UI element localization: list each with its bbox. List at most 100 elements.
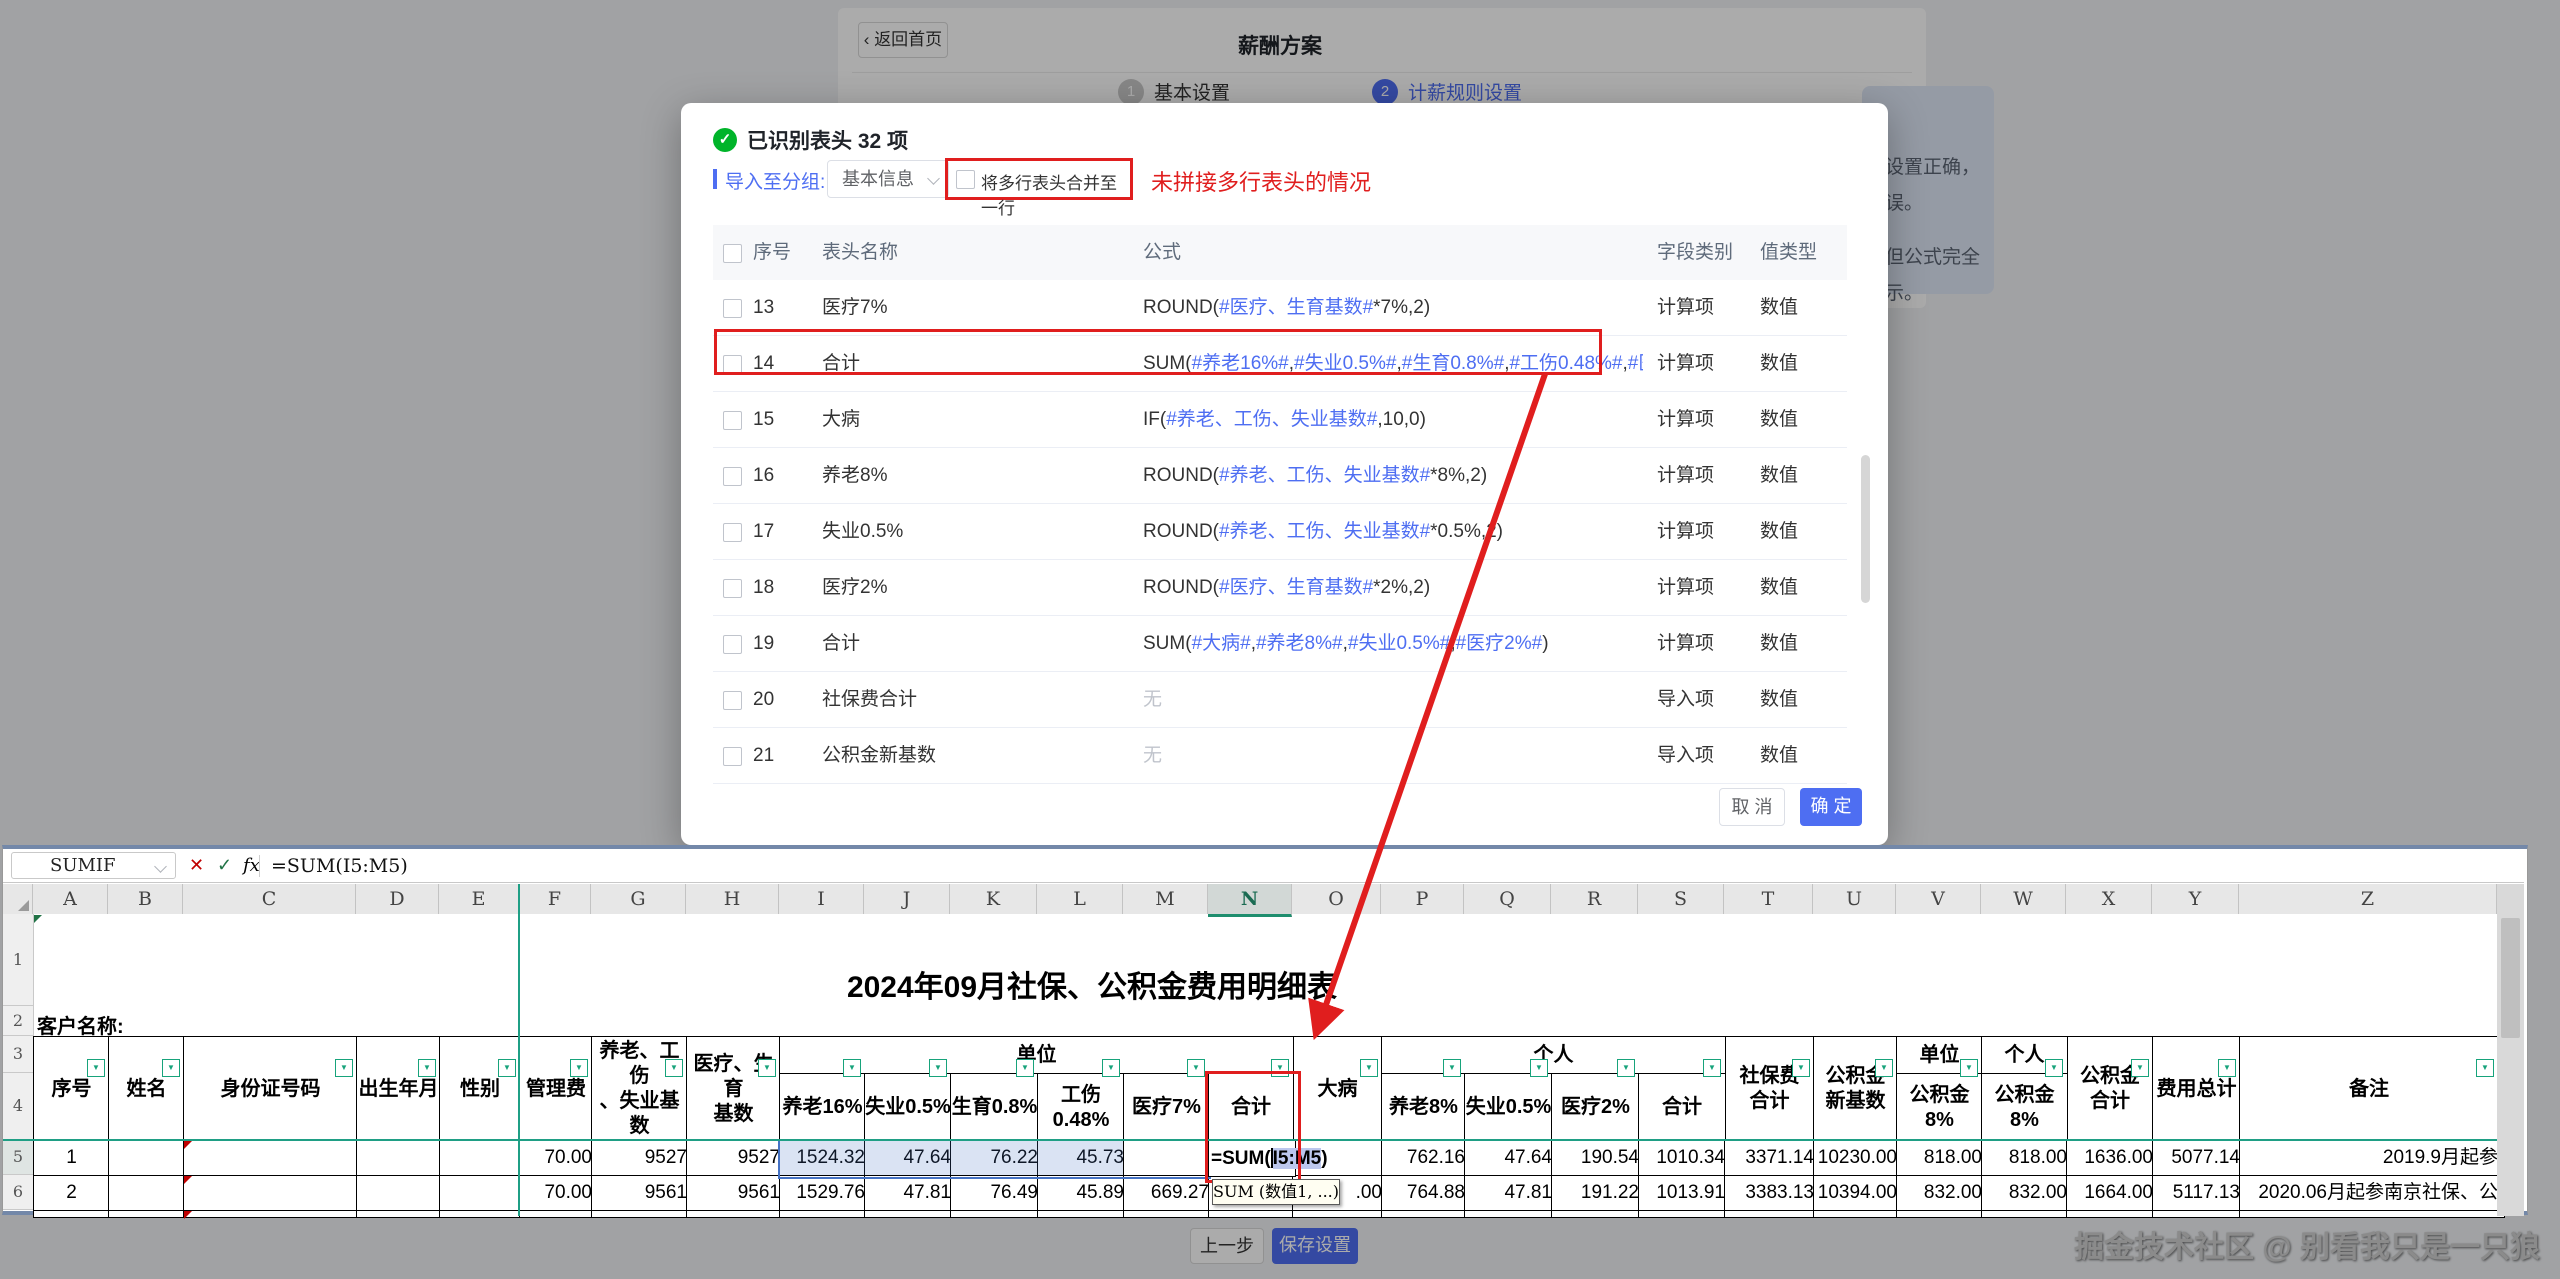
cell-X6[interactable]: 1664.00 (2066, 1175, 2160, 1212)
cell-Y7[interactable] (2152, 1210, 2247, 1218)
cell-H6[interactable]: 9561 (686, 1175, 787, 1212)
column-header-U[interactable]: U (1813, 884, 1896, 914)
header-cell-C[interactable]: 身份证号码 (183, 1036, 358, 1142)
cell-K6[interactable]: 76.49 (950, 1175, 1045, 1212)
cell-Z5[interactable]: 2019.9月起参 (2239, 1140, 2505, 1177)
filter-button-A[interactable]: ▼ (87, 1059, 105, 1077)
cell-F5[interactable]: 70.00 (519, 1140, 599, 1177)
cell-Y5[interactable]: 5077.14 (2152, 1140, 2247, 1177)
cell-D6[interactable] (356, 1175, 447, 1212)
sheet-vertical-scrollbar[interactable] (2497, 884, 2524, 1216)
cell-Q7[interactable] (1464, 1210, 1559, 1218)
filter-button-B[interactable]: ▼ (162, 1059, 180, 1077)
column-header-T[interactable]: T (1724, 884, 1813, 914)
header-cell-O[interactable]: 大病 (1292, 1036, 1383, 1142)
header-cell-Z[interactable]: 备注 (2239, 1036, 2499, 1142)
filter-button-D[interactable]: ▼ (418, 1059, 436, 1077)
column-header-O[interactable]: O (1292, 884, 1381, 914)
filter-button-H[interactable]: ▼ (758, 1059, 776, 1077)
header-cell-F[interactable]: 管理费 (519, 1036, 593, 1142)
row-checkbox-18[interactable] (723, 579, 742, 598)
confirm-entry-icon[interactable]: ✓ (217, 853, 232, 879)
header-cell-V[interactable]: 公积金8% (1896, 1073, 1983, 1142)
cell-K7[interactable] (950, 1210, 1045, 1218)
cell-Y6[interactable]: 5117.13 (2152, 1175, 2247, 1212)
header-cell-S[interactable]: 合计 (1638, 1073, 1726, 1142)
row-header-4[interactable]: 4 (3, 1073, 34, 1140)
cell-Z7[interactable] (2239, 1210, 2505, 1218)
filter-button-W[interactable]: ▼ (2045, 1059, 2063, 1077)
row-checkbox-21[interactable] (723, 747, 742, 766)
row-header-1[interactable]: 1 (3, 914, 34, 1006)
cell-W6[interactable]: 832.00 (1981, 1175, 2074, 1212)
header-row-16[interactable]: 16养老8%ROUND(#养老、工伤、失业基数#*8%,2)计算项数值 (713, 448, 1847, 504)
cell-O7[interactable] (1292, 1210, 1389, 1218)
confirm-button[interactable]: 确 定 (1800, 788, 1862, 826)
row-checkbox-15[interactable] (723, 411, 742, 430)
cell-S7[interactable] (1638, 1210, 1732, 1218)
cell-S6[interactable]: 1013.91 (1638, 1175, 1732, 1212)
filter-button-Z[interactable]: ▼ (2476, 1059, 2494, 1077)
formula-bar-input[interactable]: =SUM(I5:M5) (271, 853, 408, 879)
column-header-Y[interactable]: Y (2152, 884, 2239, 914)
cell-B5[interactable] (108, 1140, 191, 1177)
cell-V5[interactable]: 818.00 (1896, 1140, 1989, 1177)
filter-button-T[interactable]: ▼ (1792, 1059, 1810, 1077)
header-cell-T[interactable]: 社保费 合计 (1724, 1036, 1815, 1142)
header-cell-G[interactable]: 养老、工伤 、失业基数 (591, 1036, 688, 1142)
header-group-个人-1[interactable]: 个人 (1381, 1036, 1726, 1075)
filter-button-X[interactable]: ▼ (2131, 1059, 2149, 1077)
column-header-K[interactable]: K (950, 884, 1037, 914)
cell-C5[interactable] (183, 1140, 364, 1177)
filter-button-I[interactable]: ▼ (843, 1059, 861, 1077)
function-fx-icon[interactable]: fx (243, 853, 260, 879)
cell-X5[interactable]: 1636.00 (2066, 1140, 2160, 1177)
cell-G5[interactable]: 9527 (591, 1140, 694, 1177)
row-checkbox-16[interactable] (723, 467, 742, 486)
header-cell-I[interactable]: 养老16% (779, 1073, 866, 1142)
column-header-E[interactable]: E (439, 884, 519, 914)
cell-X7[interactable] (2066, 1210, 2160, 1218)
column-header-A[interactable]: A (33, 884, 108, 914)
customer-name-label[interactable]: 客户名称: (37, 1010, 124, 1039)
row-checkbox-13[interactable] (723, 299, 742, 318)
cell-B7[interactable] (108, 1210, 191, 1218)
row-header-2[interactable]: 2 (3, 1006, 34, 1036)
cell-D7[interactable] (356, 1210, 447, 1218)
cell-F6[interactable]: 70.00 (519, 1175, 599, 1212)
column-header-P[interactable]: P (1381, 884, 1464, 914)
cell-V7[interactable] (1896, 1210, 1989, 1218)
filter-button-F[interactable]: ▼ (570, 1059, 588, 1077)
select-all-checkbox[interactable] (723, 244, 742, 263)
filter-button-K[interactable]: ▼ (1016, 1059, 1034, 1077)
cell-U5[interactable]: 10230.00 (1813, 1140, 1904, 1177)
cell-L6[interactable]: 45.89 (1037, 1175, 1131, 1212)
column-header-G[interactable]: G (591, 884, 686, 914)
column-header-F[interactable]: F (519, 884, 591, 914)
row-checkbox-17[interactable] (723, 523, 742, 542)
cell-T6[interactable]: 3383.13 (1724, 1175, 1821, 1212)
cell-Q6[interactable]: 47.81 (1464, 1175, 1559, 1212)
name-box[interactable]: SUMIF (11, 852, 176, 879)
column-header-D[interactable]: D (356, 884, 439, 914)
cell-C7[interactable] (183, 1210, 364, 1218)
cell-F7[interactable] (519, 1210, 599, 1218)
header-cell-R[interactable]: 医疗2% (1551, 1073, 1640, 1142)
filter-button-Y[interactable]: ▼ (2218, 1059, 2236, 1077)
header-cell-H[interactable]: 医疗、生育 基数 (686, 1036, 781, 1142)
scrollbar-thumb[interactable] (2501, 918, 2520, 1038)
cell-P7[interactable] (1381, 1210, 1472, 1218)
header-cell-L[interactable]: 工伤0.48% (1037, 1073, 1125, 1142)
cell-R5[interactable]: 190.54 (1551, 1140, 1646, 1177)
filter-button-J[interactable]: ▼ (929, 1059, 947, 1077)
cell-T7[interactable] (1724, 1210, 1821, 1218)
group-select[interactable]: 基本信息 (827, 160, 949, 198)
filter-button-G[interactable]: ▼ (665, 1059, 683, 1077)
column-header-B[interactable]: B (108, 884, 183, 914)
column-header-N[interactable]: N (1208, 884, 1292, 917)
cell-I6[interactable]: 1529.76 (779, 1175, 872, 1212)
cell-Z6[interactable]: 2020.06月起参南京社保、公 (2239, 1175, 2505, 1212)
header-cell-J[interactable]: 失业0.5% (864, 1073, 952, 1142)
header-cell-Y[interactable]: 费用总计 (2152, 1036, 2241, 1142)
cell-G6[interactable]: 9561 (591, 1175, 694, 1212)
